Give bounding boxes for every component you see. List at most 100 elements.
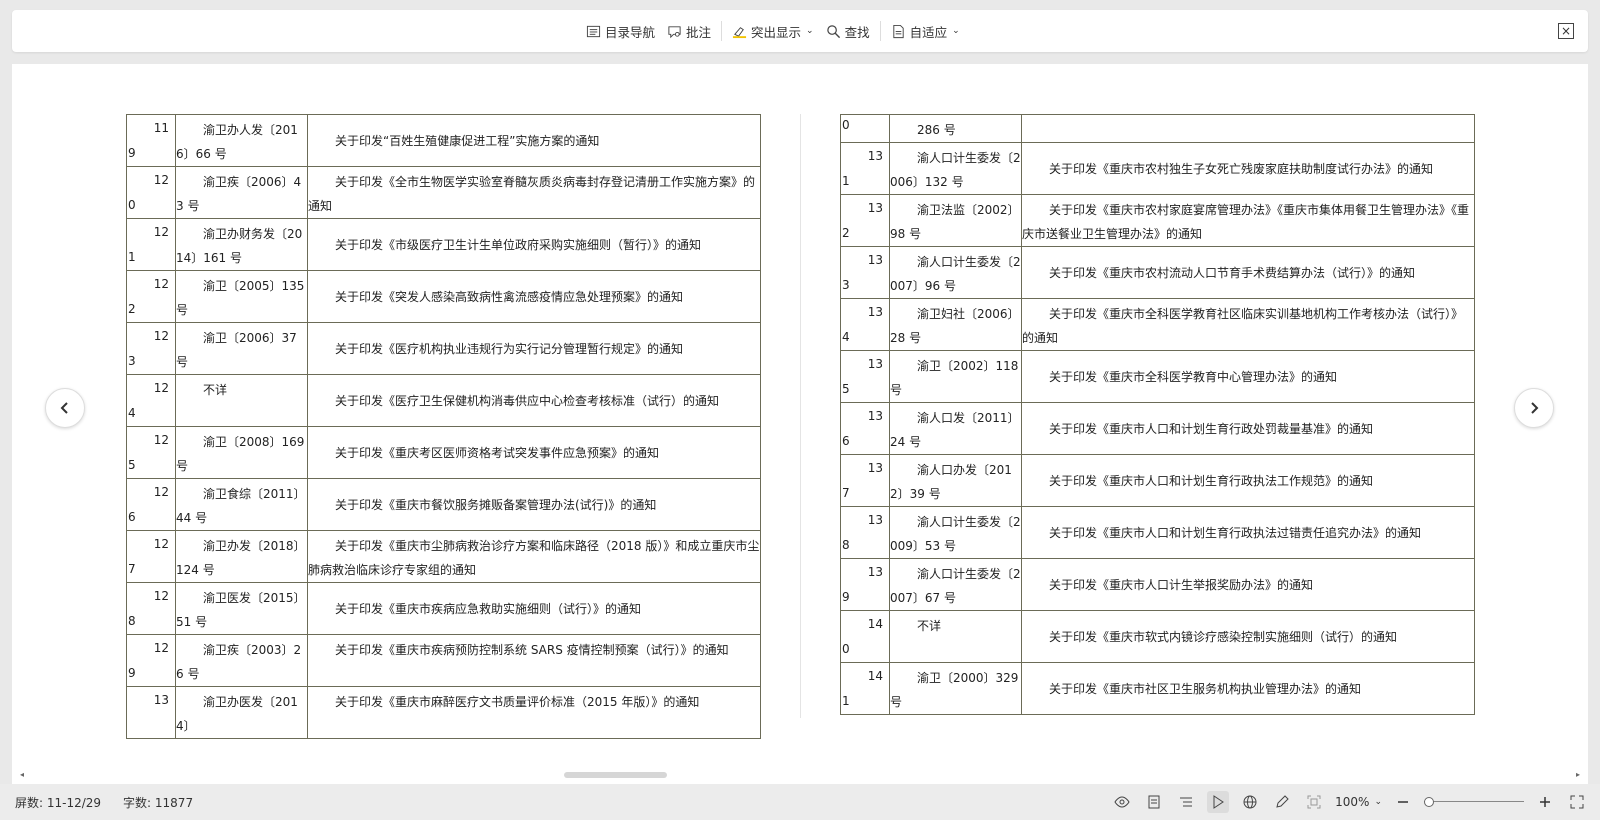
pen-icon[interactable] [1271,791,1293,813]
comment-button[interactable]: 批注 [661,17,717,45]
page-divider [800,114,801,718]
row-number-cell: 12 4 [126,374,176,427]
row-number-part: 13 [867,357,883,371]
row-number-part: 6 [128,510,136,524]
zoom-slider-knob[interactable] [1424,797,1434,807]
row-number-cell: 14 0 [840,610,890,663]
fullscreen-icon[interactable] [1566,791,1588,813]
fit-label: 自适应 [909,24,948,40]
doc-title-cell: 关于印发《重庆市人口计生举报奖励办法》的通知 [1021,558,1475,611]
scroll-left-arrow-icon[interactable]: ◂ [20,770,24,779]
top-toolbar: 目录导航 批注 突出显示 ⌄ 查找 自适应 ⌄ × [12,10,1588,52]
page-fit-icon [892,24,904,38]
table-row: 12 1 渝卫办财务发〔2014〕161 号 关于印发《市级医疗卫生计生单位政府采购实… [126,218,761,271]
zoom-slider[interactable] [1424,796,1524,808]
doc-code-cell: 渝卫办医发〔2014〕 [175,686,308,739]
doc-title-cell: 关于印发《市级医疗卫生计生单位政府采购实施细则（暂行）》的通知 [307,218,761,271]
search-icon [826,24,840,38]
table-row: 13 3 渝人口计生委发〔2007〕96 号 关于印发《重庆市农村流动人口节育手术费结… [840,246,1475,299]
highlight-label: 突出显示 [751,24,802,40]
web-view-icon[interactable] [1239,791,1261,813]
doc-title: 关于印发《医疗机构执业违规行为实行记分管理暂行规定》的通知 [335,342,684,356]
outline-icon[interactable] [1175,791,1197,813]
doc-title-cell: 关于印发《重庆市农村流动人口节育手术费结算办法（试行）》的通知 [1021,246,1475,299]
table-row: 11 9 渝卫办人发〔2016〕66 号 关于印发“百姓生殖健康促进工程”实施方案的通… [126,114,761,167]
doc-title: 关于印发《重庆市全科医学教育中心管理办法》的通知 [1049,370,1338,384]
doc-title: 关于印发《突发人感染高致病性禽流感疫情应急处理预案》的通知 [335,290,684,304]
doc-title-cell [1021,114,1475,143]
document-viewport[interactable]: 11 9 渝卫办人发〔2016〕66 号关于印发“百姓生殖健康促进工程”实施方案的通… [12,64,1588,784]
comment-icon [668,25,681,38]
table-row: 13 渝卫办医发〔2014〕 关于印发《重庆市麻醉医疗文书质量评价标准（2015 年… [126,686,761,739]
zoom-out-icon[interactable] [1392,791,1414,813]
row-number-part: 0 [842,642,850,656]
row-number-part: 3 [128,354,136,368]
toolbar-separator [721,21,723,41]
table-row: 14 1 渝卫〔2000〕329 号 关于印发《重庆市社区卫生服务机构执业管理办法》的… [840,662,1475,715]
doc-title-cell: 关于印发《重庆市全科医学教育中心管理办法》的通知 [1021,350,1475,403]
zoom-select[interactable]: 100% ⌄ [1335,795,1382,809]
doc-code-cell: 286 号 [889,114,1022,143]
row-number-part: 1 [128,250,136,264]
doc-title: 关于印发《重庆考区医师资格考试突发事件应急预案》的通知 [335,446,660,460]
play-icon[interactable] [1207,791,1230,813]
doc-code: 渝卫〔2000〕329 号 [890,671,1019,709]
scrollbar-thumb[interactable] [564,772,667,778]
row-number-part: 9 [128,146,136,160]
row-number-cell: 0 [840,114,890,143]
row-number-part: 14 [867,617,883,631]
row-number-part: 4 [842,330,850,344]
page-view-icon[interactable] [1143,791,1165,813]
zoom-in-icon[interactable] [1534,791,1556,813]
doc-code-cell: 不详 [175,374,308,427]
row-number-part: 6 [842,434,850,448]
highlight-button[interactable]: 突出显示 ⌄ [726,17,820,45]
eye-icon[interactable] [1111,791,1133,813]
doc-code: 渝人口计生委发〔2006〕132 号 [890,151,1021,189]
row-number-part: 12 [153,173,169,187]
row-number-cell: 12 1 [126,218,176,271]
doc-code: 渝卫〔2005〕135 号 [176,279,305,317]
table-row: 12 9 渝卫疾〔2003〕26 号 关于印发《重庆市疾病预防控制系统 SARS 疫情… [126,634,761,687]
row-number-cell: 13 [126,686,176,739]
row-number-part: 13 [867,149,883,163]
row-number-part: 12 [153,641,169,655]
doc-code-cell: 渝人口计生委发〔2006〕132 号 [889,142,1022,195]
doc-title-cell: 关于印发《医疗机构执业违规行为实行记分管理暂行规定》的通知 [307,322,761,375]
horizontal-scrollbar[interactable]: ◂ ▸ [12,768,1588,782]
status-bar: 屏数: 11-12/29 字数: 11877 100% ⌄ [0,784,1600,820]
doc-code: 渝人口办发〔2012〕39 号 [890,463,1012,501]
row-number-part: 12 [153,589,169,603]
table-row: 13 9 渝人口计生委发〔2007〕67 号 关于印发《重庆市人口计生举报奖励办法》的… [840,558,1475,611]
scroll-right-arrow-icon[interactable]: ▸ [1576,770,1580,779]
toc-button[interactable]: 目录导航 [580,17,661,45]
doc-code: 渝人口发〔2011〕24 号 [890,411,1020,449]
toolbar-separator [879,21,881,41]
chevron-right-icon [1531,402,1539,414]
doc-code: 渝卫办发〔2018〕124 号 [176,539,306,577]
doc-code-cell: 渝卫法监〔2002〕98 号 [889,194,1022,247]
toolbar-buttons: 目录导航 批注 突出显示 ⌄ 查找 自适应 ⌄ [580,10,966,52]
row-number-cell: 12 5 [126,426,176,479]
doc-code: 渝卫办财务发〔2014〕161 号 [176,227,303,265]
close-icon[interactable]: × [1558,23,1574,39]
doc-title: 关于印发《重庆市人口和计划生育行政处罚裁量基准》的通知 [1049,422,1374,436]
doc-title [1022,115,1474,118]
next-page-button[interactable] [1514,388,1554,428]
doc-code: 不详 [917,619,942,633]
row-number-part: 2 [842,226,850,240]
doc-code: 渝卫妇社〔2006〕28 号 [890,307,1020,345]
previous-page-button[interactable] [45,388,85,428]
fit-button[interactable]: 自适应 ⌄ [885,17,966,45]
doc-code-cell: 不详 [889,610,1022,663]
find-button[interactable]: 查找 [820,17,876,45]
row-number-cell: 13 1 [840,142,890,195]
fit-screen-icon[interactable] [1303,791,1325,813]
table-row: 13 8 渝人口计生委发〔2009〕53 号 关于印发《重庆市人口和计划生育行政执法过… [840,506,1475,559]
row-number-cell: 12 8 [126,582,176,635]
row-number-part: 13 [867,409,883,423]
toc-label: 目录导航 [605,24,656,40]
doc-code-cell: 渝卫办财务发〔2014〕161 号 [175,218,308,271]
row-number-part: 5 [128,458,136,472]
doc-title: 关于印发《重庆市麻醉医疗文书质量评价标准（2015 年版）》的通知 [335,695,700,709]
